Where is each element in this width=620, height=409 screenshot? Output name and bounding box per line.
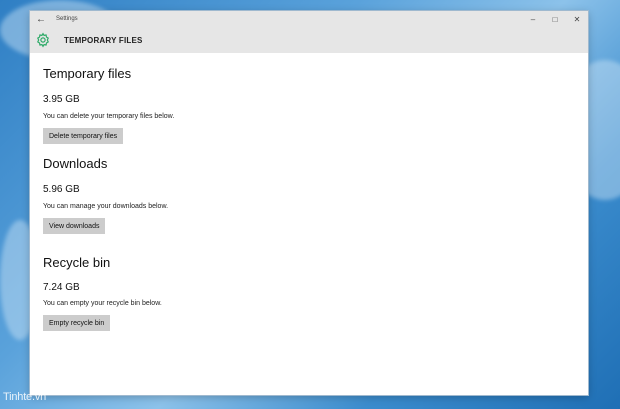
maximize-button[interactable]: □ <box>544 11 566 27</box>
empty-recycle-bin-button[interactable]: Empty recycle bin <box>43 315 111 331</box>
view-downloads-button[interactable]: View downloads <box>43 218 106 234</box>
minimize-button[interactable]: – <box>522 11 544 27</box>
section-downloads: Downloads 5.96 GB You can manage your do… <box>43 156 168 234</box>
section-temporary-files: Temporary files 3.95 GB You can delete y… <box>43 66 174 144</box>
size-value: 7.24 GB <box>43 282 80 293</box>
section-description: You can delete your temporary files belo… <box>43 113 175 120</box>
content-area: Temporary files 3.95 GB You can delete y… <box>43 53 588 395</box>
section-recycle-bin: Recycle bin 7.24 GB You can empty your r… <box>43 255 162 331</box>
close-button[interactable]: ✕ <box>566 11 588 27</box>
app-title: Settings <box>56 16 78 22</box>
window-controls: – □ ✕ <box>522 11 588 27</box>
page-header: TEMPORARY FILES <box>30 27 588 53</box>
delete-temporary-files-button[interactable]: Delete temporary files <box>43 128 124 144</box>
gear-icon <box>37 32 49 48</box>
section-title: Recycle bin <box>43 255 111 270</box>
section-title: Temporary files <box>43 66 132 81</box>
watermark: Tinhte.vn <box>3 391 47 403</box>
size-value: 5.96 GB <box>43 184 80 195</box>
section-description: You can empty your recycle bin below. <box>43 300 162 307</box>
settings-window: ← Settings – □ ✕ TEMPORARY FILES Tempora… <box>30 11 588 395</box>
page-title: TEMPORARY FILES <box>64 35 143 45</box>
section-title: Downloads <box>43 156 108 171</box>
back-arrow-icon[interactable]: ← <box>30 14 52 25</box>
title-bar: ← Settings – □ ✕ <box>30 11 588 27</box>
size-value: 3.95 GB <box>43 94 80 105</box>
section-description: You can manage your downloads below. <box>43 203 169 210</box>
